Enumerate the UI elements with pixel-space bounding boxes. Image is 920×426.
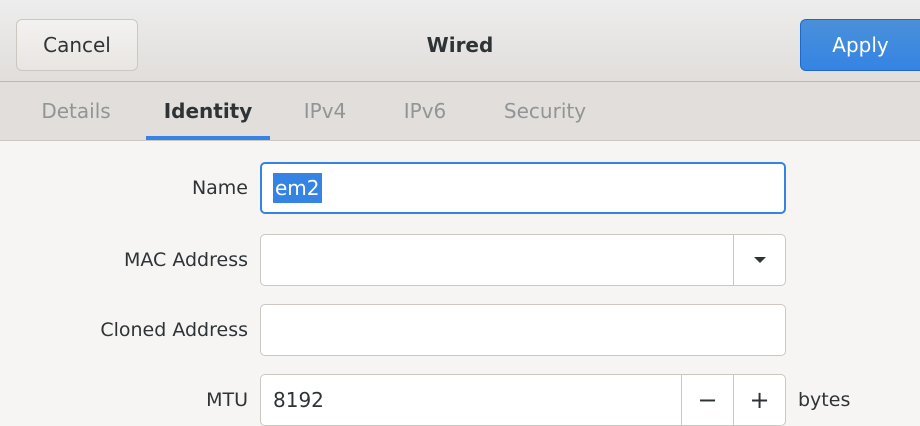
mtu-increment-button[interactable]: +	[733, 375, 785, 425]
mtu-value: 8192	[273, 388, 324, 412]
mtu-label: MTU	[206, 389, 248, 411]
name-label: Name	[191, 177, 248, 199]
mac-address-combo[interactable]	[260, 234, 786, 286]
pan-down-icon[interactable]	[733, 235, 785, 285]
tab-bar: Details Identity IPv4 IPv6 Security	[0, 82, 920, 141]
tab-ipv4[interactable]: IPv4	[290, 82, 360, 140]
mtu-units-label: bytes	[798, 389, 851, 411]
cancel-button[interactable]: Cancel	[16, 19, 138, 71]
apply-button[interactable]: Apply	[800, 19, 920, 71]
tab-security[interactable]: Security	[490, 82, 600, 140]
tab-identity[interactable]: Identity	[146, 82, 270, 140]
name-field[interactable]: em2	[260, 162, 786, 214]
name-value: em2	[273, 173, 322, 203]
tab-details[interactable]: Details	[26, 82, 126, 140]
cloned-address-field[interactable]	[260, 304, 786, 356]
header-bar: Cancel Wired Apply	[0, 0, 920, 82]
cloned-address-label: Cloned Address	[100, 319, 248, 341]
mtu-decrement-button[interactable]: −	[681, 375, 733, 425]
mtu-spinbutton[interactable]: 8192 − +	[260, 374, 786, 426]
dialog-title: Wired	[426, 33, 494, 57]
tab-ipv6[interactable]: IPv6	[390, 82, 460, 140]
mac-address-label: MAC Address	[123, 249, 248, 271]
